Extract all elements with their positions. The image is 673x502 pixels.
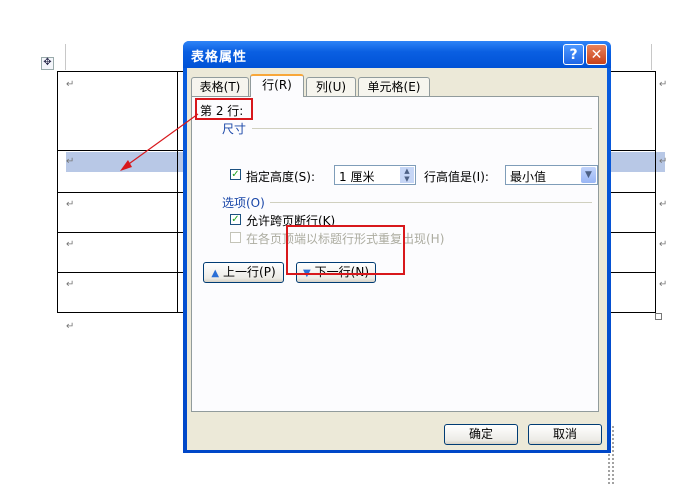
tab-row[interactable]: 行(R)	[250, 74, 304, 97]
annotation-arrow-head	[120, 160, 132, 171]
annotation-arrow-line	[125, 113, 199, 167]
annotation-arrow	[120, 113, 199, 171]
